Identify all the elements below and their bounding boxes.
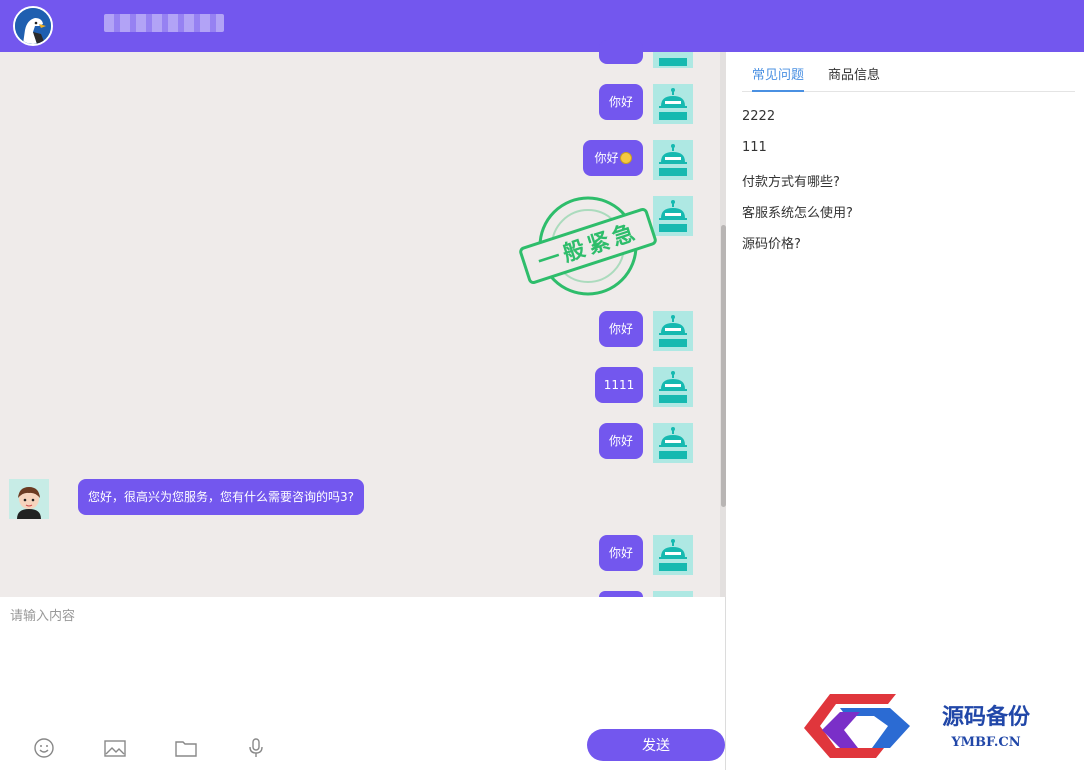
faq-item[interactable]: 111 [742,140,767,155]
tab-product-info[interactable]: 商品信息 [828,64,880,92]
message-bubble: 你好 [599,84,643,120]
message-bubble: 你好 [599,311,643,347]
message-bubble-user: 您好，很高兴为您服务，您有什么需要咨询的吗3? [78,479,365,515]
user-avatar-icon [9,479,49,519]
robot-avatar-icon [653,84,693,124]
watermark-logo: 码 源码备份 YMBF.CN [804,694,1031,758]
sidebar-tabs: 常见问题 商品信息 [742,52,1075,92]
info-sidebar: 常见问题 商品信息 2222 111 付款方式有哪些? 客服系统怎么使用? 源码… [727,52,1084,770]
faq-item[interactable]: 源码价格? [742,233,801,252]
top-bar: ████████ [0,0,1084,52]
robot-avatar-icon [653,535,693,575]
urgency-stamp: 一般紧急 [519,196,657,296]
faq-item[interactable]: 付款方式有哪些? [742,171,840,190]
robot-avatar-clipped [653,52,693,68]
message-bubble: 你好 [583,140,643,176]
robot-avatar-icon [653,311,693,351]
watermark-text: 源码备份 [942,704,1031,730]
agent-name: ████████ [104,14,224,32]
microphone-icon[interactable] [244,737,268,759]
agent-avatar[interactable] [13,6,53,46]
message-bubble: 1111 [595,367,643,403]
message-input[interactable] [10,605,710,715]
message-bubble-clipped [599,40,643,64]
smile-emoji-icon [619,152,632,164]
watermark-subtext: YMBF.CN [950,735,1020,750]
emoji-icon[interactable] [33,737,57,759]
message-bubble: 你好 [599,423,643,459]
folder-icon[interactable] [174,737,198,759]
faq-item[interactable]: 客服系统怎么使用? [742,202,853,221]
eagle-icon [15,8,51,44]
logo-char: 码 [854,715,878,744]
send-button[interactable]: 发送 [587,729,725,761]
robot-avatar-icon [653,367,693,407]
robot-avatar-icon [653,423,693,463]
chat-scroll-thumb[interactable] [721,225,726,507]
message-bubble: 你好 [599,535,643,571]
tab-faq[interactable]: 常见问题 [752,64,805,92]
robot-avatar-icon [653,140,693,180]
faq-item[interactable]: 2222 [742,109,775,124]
image-icon[interactable] [103,737,127,759]
